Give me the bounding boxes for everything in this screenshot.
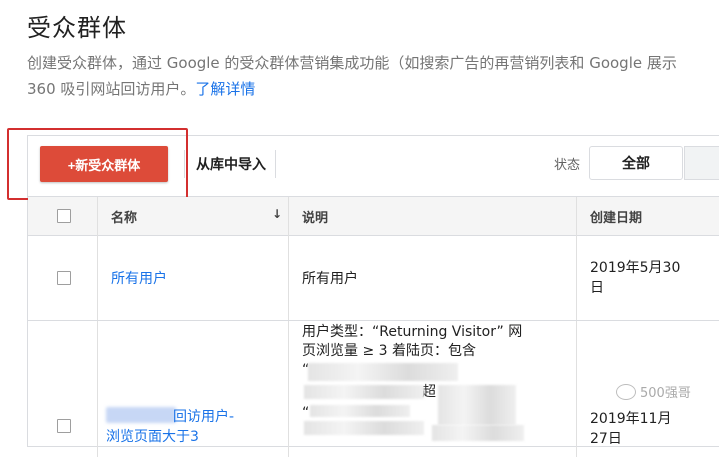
- audience-created-date: 2019年11月 27日: [590, 409, 671, 449]
- description-line-2: 360 吸引网站回访用户。了解详情: [27, 76, 719, 102]
- wechat-icon: [616, 383, 636, 400]
- learn-more-link[interactable]: 了解详情: [195, 80, 255, 98]
- sort-desc-icon[interactable]: ↓: [272, 207, 282, 221]
- column-header-created-date[interactable]: 创建日期: [590, 207, 642, 226]
- status-label: 状态: [554, 158, 581, 173]
- redacted-blur: [304, 385, 424, 399]
- row-checkbox[interactable]: [57, 419, 71, 433]
- description-line-1: 创建受众群体，通过 Google 的受众群体营销集成功能（如搜索广告的再营销列表…: [27, 54, 677, 72]
- description-line-1: 用户类型：“Returning Visitor” 网: [302, 324, 523, 340]
- description-line-2: 页浏览量 ≥ 3 着陆页：包含: [302, 343, 476, 359]
- audience-name-link[interactable]: 回访用户- 浏览页面大于3: [106, 407, 234, 447]
- audience-name-line-2[interactable]: 浏览页面大于3: [106, 427, 234, 447]
- column-header-name[interactable]: 名称: [111, 207, 137, 226]
- table-row: 所有用户 所有用户 2019年5月30 日: [28, 236, 719, 321]
- watermark: 500强哥: [616, 382, 691, 401]
- redacted-blur: [308, 363, 458, 381]
- toolbar-divider: [275, 150, 276, 178]
- watermark-text: 500强哥: [640, 386, 691, 401]
- created-date-line-2: 27日: [590, 431, 622, 447]
- audience-name-link[interactable]: 所有用户: [111, 268, 167, 288]
- audience-description: 所有用户: [302, 271, 358, 287]
- toolbar: +新受众群体 从库中导入 状态 全部: [7, 128, 719, 200]
- created-date-line-1: 2019年5月30: [590, 260, 681, 276]
- row-checkbox[interactable]: [57, 271, 71, 285]
- status-filter-next[interactable]: [684, 146, 719, 180]
- redacted-blur: [304, 421, 424, 435]
- page-title: 受众群体: [27, 14, 127, 42]
- redacted-blur: [438, 385, 516, 425]
- new-audience-button[interactable]: +新受众群体: [40, 146, 168, 182]
- audience-name-line-1[interactable]: 回访用户-: [106, 407, 234, 427]
- redacted-blur: [310, 405, 410, 417]
- created-date-line-2: 日: [590, 280, 604, 296]
- table-header: 名称 ↓ 说明 创建日期: [28, 197, 719, 236]
- page-description: 创建受众群体，通过 Google 的受众群体营销集成功能（如搜索广告的再营销列表…: [27, 50, 719, 102]
- status-filter-all[interactable]: 全部: [589, 146, 683, 180]
- redacted-blur: [432, 425, 524, 441]
- column-header-description[interactable]: 说明: [302, 207, 328, 226]
- import-from-library-button[interactable]: 从库中导入: [196, 154, 266, 174]
- description-line-2-text: 360 吸引网站回访用户。: [27, 80, 196, 98]
- select-all-checkbox[interactable]: [57, 209, 71, 223]
- created-date-line-1: 2019年11月: [590, 411, 672, 427]
- toolbar-divider: [184, 150, 185, 178]
- audience-created-date: 2019年5月30 日: [590, 258, 680, 298]
